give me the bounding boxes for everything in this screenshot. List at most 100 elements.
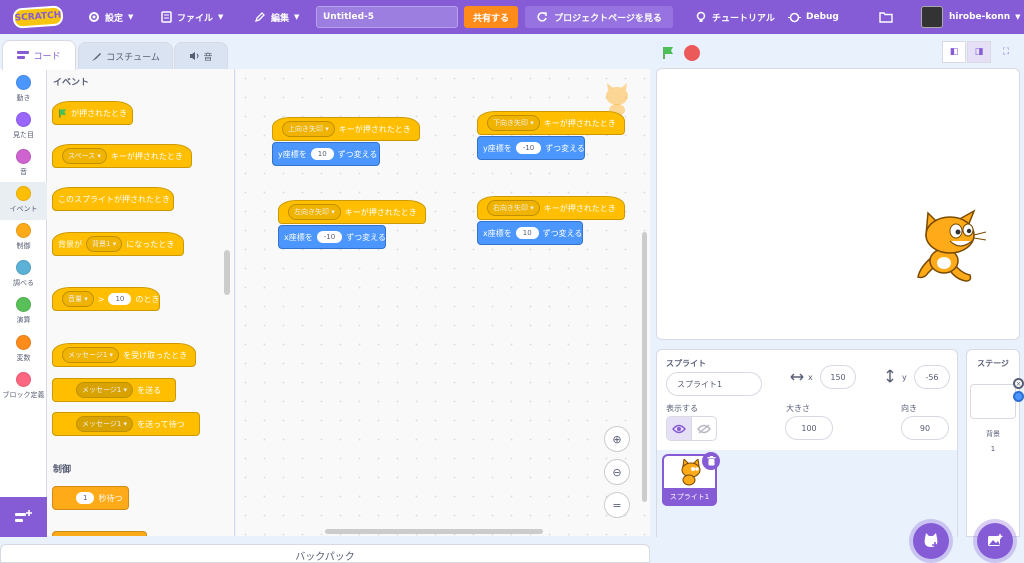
workspace-vertical-scrollbar[interactable] xyxy=(642,232,647,502)
tutorial-label: チュートリアル xyxy=(712,13,775,24)
block-broadcast[interactable]: メッセージ1 ▾ を送る xyxy=(52,378,176,402)
script-change-x-block[interactable]: x座標を 10 ずつ変える xyxy=(477,221,583,245)
add-extension-button[interactable] xyxy=(0,497,47,537)
category-looks[interactable]: 見た目 xyxy=(0,110,47,146)
zoom-reset-button[interactable]: = xyxy=(604,492,630,518)
script-key-up-hat[interactable]: 上向き矢印 ▾ キーが押されたとき xyxy=(272,117,420,141)
edit-menu[interactable]: 編集 ▼ xyxy=(254,0,299,34)
category-label: ブロック定義 xyxy=(2,391,45,399)
key-dropdown[interactable]: 左向き矢印 ▾ xyxy=(288,204,341,220)
block-text: キーが押されたとき xyxy=(344,207,417,217)
avatar xyxy=(921,6,943,28)
settings-menu[interactable]: 設定 ▼ xyxy=(88,0,133,34)
category-sound[interactable]: 音 xyxy=(0,147,47,183)
events-dot xyxy=(16,186,31,201)
file-menu[interactable]: ファイル ▼ xyxy=(161,0,223,34)
delete-sprite-button[interactable] xyxy=(702,452,720,470)
show-sprite-button[interactable] xyxy=(666,416,692,441)
stage-selector[interactable] xyxy=(966,349,1020,537)
scratch-logo[interactable]: SCRATCH xyxy=(12,5,64,29)
debug-menu[interactable]: Debug xyxy=(788,0,839,34)
choose-sprite-button[interactable] xyxy=(913,523,949,559)
zoom-in-button[interactable]: ⊕ xyxy=(604,426,630,452)
category-my-blocks[interactable]: ブロック定義 xyxy=(0,370,47,414)
block-when-sprite-clicked[interactable]: このスプライトが押されたとき xyxy=(52,187,174,211)
small-stage-button[interactable]: ◧ xyxy=(942,41,966,63)
size-input[interactable]: 100 xyxy=(785,416,833,440)
backpack[interactable]: バックパック xyxy=(0,544,650,563)
chevron-down-icon: ▼ xyxy=(294,13,300,21)
script-key-down-hat[interactable]: 下向き矢印 ▾ キーが押されたとき xyxy=(477,111,625,135)
category-control[interactable]: 制御 xyxy=(0,221,47,257)
block-repeat[interactable] xyxy=(52,531,147,536)
block-when-i-receive[interactable]: メッセージ1 ▾ を受け取ったとき xyxy=(52,343,196,367)
category-sensing[interactable]: 調べる xyxy=(0,258,47,294)
my-stuff-button[interactable] xyxy=(879,0,893,34)
script-key-left-hat[interactable]: 左向き矢印 ▾ キーが押されたとき xyxy=(278,200,426,224)
y-input[interactable]: -56 xyxy=(914,365,950,389)
key-dropdown[interactable]: 下向き矢印 ▾ xyxy=(487,115,540,131)
stage[interactable] xyxy=(656,68,1020,340)
category-events[interactable]: イベント xyxy=(0,182,47,220)
normal-stage-icon: ◨ xyxy=(974,47,984,57)
block-text: > xyxy=(97,294,105,304)
message-dropdown[interactable]: メッセージ1 ▾ xyxy=(62,347,120,363)
backdrop-dropdown[interactable]: 背景1 ▾ xyxy=(86,236,123,252)
value-input[interactable]: -10 xyxy=(316,231,343,243)
project-title-input[interactable] xyxy=(316,6,458,28)
x-input[interactable]: 150 xyxy=(820,365,856,389)
share-button[interactable]: 共有する xyxy=(464,6,518,28)
file-label: ファイル xyxy=(177,13,214,24)
direction-input[interactable]: 90 xyxy=(901,416,949,440)
sensor-dropdown[interactable]: 音量 ▾ xyxy=(62,291,94,307)
block-broadcast-and-wait[interactable]: メッセージ1 ▾ を送って待つ xyxy=(52,412,200,436)
script-change-y-block[interactable]: y座標を -10 ずつ変える xyxy=(477,136,585,160)
normal-stage-button[interactable]: ◨ xyxy=(967,41,991,63)
message-dropdown[interactable]: メッセージ1 ▾ xyxy=(76,382,134,398)
key-dropdown[interactable]: 上向き矢印 ▾ xyxy=(282,121,335,137)
wait-input[interactable]: 1 xyxy=(76,492,95,504)
value-input[interactable]: 10 xyxy=(310,148,334,160)
close-icon[interactable]: × xyxy=(1013,378,1024,389)
tab-code[interactable]: コード xyxy=(2,40,76,70)
zoom-out-button[interactable]: ⊖ xyxy=(604,459,630,485)
block-when-flag-clicked[interactable]: が押されたとき xyxy=(52,101,133,125)
stage-thumbnail[interactable] xyxy=(970,384,1016,419)
stop-button[interactable] xyxy=(684,45,700,61)
cat-sprite[interactable] xyxy=(910,205,990,287)
message-dropdown[interactable]: メッセージ1 ▾ xyxy=(76,416,134,432)
category-variables[interactable]: 変数 xyxy=(0,333,47,369)
script-change-y-block[interactable]: y座標を 10 ずつ変える xyxy=(272,142,380,166)
extension-icon xyxy=(14,510,32,522)
category-operators[interactable]: 演算 xyxy=(0,295,47,331)
value-input[interactable]: -10 xyxy=(515,142,542,154)
dropdown-value: 上向き矢印 xyxy=(288,125,323,133)
key-dropdown[interactable]: 右向き矢印 ▾ xyxy=(487,200,540,216)
green-flag-button[interactable] xyxy=(656,41,680,65)
see-project-page-button[interactable]: プロジェクトページを見る xyxy=(525,6,673,28)
workspace-horizontal-scrollbar[interactable] xyxy=(325,529,543,534)
block-when-greater-than[interactable]: 音量 ▾ > 10 のとき xyxy=(52,287,160,311)
key-dropdown[interactable]: スペース ▾ xyxy=(62,148,107,164)
value-input[interactable]: 10 xyxy=(515,227,539,239)
control-dot xyxy=(16,223,31,238)
hide-sprite-button[interactable] xyxy=(691,416,717,441)
palette-scrollbar[interactable] xyxy=(224,250,230,295)
choose-backdrop-button[interactable] xyxy=(977,523,1013,559)
block-text: このスプライトが押されたとき xyxy=(58,194,170,204)
block-when-key-pressed[interactable]: スペース ▾ キーが押されたとき xyxy=(52,144,192,168)
category-motion[interactable]: 動き xyxy=(0,73,47,109)
script-change-x-block[interactable]: x座標を -10 ずつ変える xyxy=(278,225,386,249)
account-menu[interactable]: hirobe-konn ▼ xyxy=(921,0,1021,34)
script-key-right-hat[interactable]: 右向き矢印 ▾ キーが押されたとき xyxy=(477,196,625,220)
tutorials-menu[interactable]: チュートリアル xyxy=(695,0,775,34)
sprite-name-input[interactable]: スプライト1 xyxy=(666,372,762,396)
block-when-backdrop-switches[interactable]: 背景が 背景1 ▾ になったとき xyxy=(52,232,184,256)
brush-icon xyxy=(92,52,102,61)
tab-sounds[interactable]: 音 xyxy=(174,42,228,69)
tab-costumes[interactable]: コスチューム xyxy=(78,42,173,69)
fullscreen-button[interactable]: ⛶ xyxy=(994,41,1018,63)
block-wait[interactable]: 1 秒待つ xyxy=(52,486,129,510)
extension-status-icon[interactable] xyxy=(1013,391,1024,402)
volume-input[interactable]: 10 xyxy=(108,293,132,305)
